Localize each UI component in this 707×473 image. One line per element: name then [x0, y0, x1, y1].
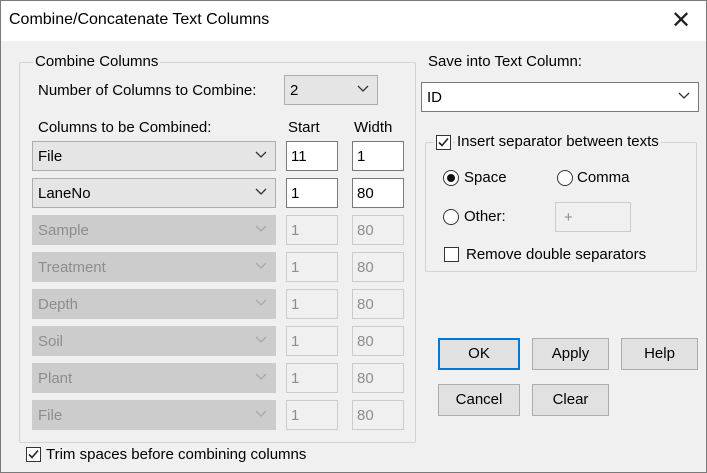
column-select[interactable]: Sample: [32, 215, 276, 245]
column-select[interactable]: LaneNo: [32, 178, 276, 208]
start-value: 1: [291, 407, 300, 424]
width-input[interactable]: 80: [352, 178, 404, 208]
help-button[interactable]: Help: [621, 338, 698, 370]
insert-separator-label: Insert separator between texts: [455, 133, 661, 150]
other-radio[interactable]: [443, 209, 459, 225]
trim-spaces-checkbox[interactable]: [26, 447, 41, 462]
column-select[interactable]: Soil: [32, 326, 276, 356]
width-value: 1: [357, 148, 366, 165]
window-title: Combine/Concatenate Text Columns: [9, 11, 270, 28]
width-value: 80: [357, 407, 374, 424]
width-value: 80: [357, 333, 374, 350]
other-separator-value: +: [564, 209, 573, 226]
other-separator-input[interactable]: +: [555, 202, 631, 232]
column-select-value: Depth: [38, 296, 79, 313]
comma-radio[interactable]: [557, 170, 573, 186]
start-input[interactable]: 1: [286, 252, 338, 282]
close-icon[interactable]: ✕: [666, 6, 696, 36]
start-input[interactable]: 1: [286, 178, 338, 208]
start-input[interactable]: 1: [286, 326, 338, 356]
column-select-value: File: [38, 148, 63, 165]
width-input[interactable]: 80: [352, 326, 404, 356]
width-header: Width: [354, 119, 393, 136]
other-label: Other:: [464, 208, 506, 225]
column-select[interactable]: File: [32, 141, 276, 171]
chevron-down-icon: [255, 373, 267, 380]
start-header: Start: [288, 119, 320, 136]
save-into-label: Save into Text Column:: [428, 53, 582, 70]
comma-label: Comma: [577, 169, 630, 186]
column-select[interactable]: Plant: [32, 363, 276, 393]
columns-label: Columns to be Combined:: [38, 119, 212, 136]
start-value: 1: [291, 333, 300, 350]
checkmark-icon: [438, 137, 449, 147]
remove-double-label: Remove double separators: [466, 246, 647, 263]
space-radio[interactable]: [443, 170, 459, 186]
save-into-select[interactable]: ID: [421, 82, 699, 112]
chevron-down-icon: [678, 92, 690, 99]
column-select[interactable]: File: [32, 400, 276, 430]
chevron-down-icon: [255, 225, 267, 232]
start-value: 1: [291, 185, 300, 202]
insert-separator-checkbox[interactable]: [434, 133, 453, 152]
column-select-value: Treatment: [38, 259, 106, 276]
start-input[interactable]: 1: [286, 289, 338, 319]
combine-dialog: Combine/Concatenate Text Columns ✕ Combi…: [0, 0, 707, 473]
remove-double-checkbox[interactable]: [444, 247, 459, 262]
start-value: 1: [291, 222, 300, 239]
width-input[interactable]: 80: [352, 400, 404, 430]
width-value: 80: [357, 296, 374, 313]
combine-columns-legend: Combine Columns: [33, 53, 161, 70]
trim-spaces-label: Trim spaces before combining columns: [46, 446, 307, 463]
title-bar: Combine/Concatenate Text Columns ✕: [1, 1, 706, 41]
start-input[interactable]: 1: [286, 400, 338, 430]
chevron-down-icon: [357, 85, 369, 92]
start-input[interactable]: 11: [286, 141, 338, 171]
checkmark-icon: [28, 449, 39, 459]
chevron-down-icon: [255, 410, 267, 417]
clear-button[interactable]: Clear: [532, 384, 609, 416]
column-select-value: LaneNo: [38, 185, 91, 202]
chevron-down-icon: [255, 336, 267, 343]
chevron-down-icon: [255, 262, 267, 269]
ok-button[interactable]: OK: [438, 338, 520, 370]
start-input[interactable]: 1: [286, 363, 338, 393]
start-value: 1: [291, 370, 300, 387]
chevron-down-icon: [255, 299, 267, 306]
width-input[interactable]: 80: [352, 363, 404, 393]
save-into-value: ID: [427, 89, 442, 106]
column-select-value: File: [38, 407, 63, 424]
start-value: 1: [291, 296, 300, 313]
width-value: 80: [357, 222, 374, 239]
column-select-value: Sample: [38, 222, 89, 239]
chevron-down-icon: [255, 151, 267, 158]
start-value: 1: [291, 259, 300, 276]
width-input[interactable]: 80: [352, 289, 404, 319]
width-input[interactable]: 1: [352, 141, 404, 171]
num-columns-label: Number of Columns to Combine:: [38, 82, 257, 99]
width-value: 80: [357, 370, 374, 387]
start-input[interactable]: 1: [286, 215, 338, 245]
apply-button[interactable]: Apply: [532, 338, 609, 370]
chevron-down-icon: [255, 188, 267, 195]
column-select-value: Plant: [38, 370, 73, 387]
column-select-value: Soil: [38, 333, 64, 350]
num-columns-value: 2: [290, 82, 299, 99]
width-input[interactable]: 80: [352, 252, 404, 282]
width-input[interactable]: 80: [352, 215, 404, 245]
column-select[interactable]: Depth: [32, 289, 276, 319]
width-value: 80: [357, 259, 374, 276]
cancel-button[interactable]: Cancel: [438, 384, 520, 416]
start-value: 11: [291, 148, 307, 165]
num-columns-select[interactable]: 2: [284, 75, 378, 105]
width-value: 80: [357, 185, 374, 202]
space-label: Space: [464, 169, 507, 186]
column-select[interactable]: Treatment: [32, 252, 276, 282]
radio-selected-dot: [447, 174, 455, 182]
